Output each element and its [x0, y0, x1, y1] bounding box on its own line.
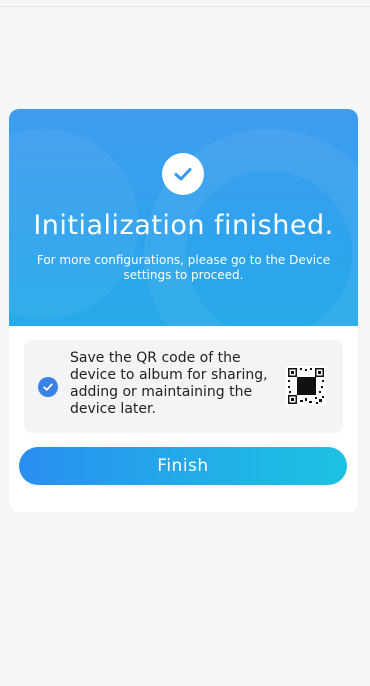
page-subtitle: For more configurations, please go to th…: [36, 253, 331, 282]
finish-button[interactable]: Finish: [19, 447, 347, 485]
status-divider: [0, 6, 370, 7]
qr-code-icon: [286, 366, 326, 406]
initialization-card: Initialization finished. For more config…: [9, 109, 358, 512]
success-check-icon: [162, 153, 204, 195]
save-qr-description: Save the QR code of the device to album …: [70, 350, 268, 417]
checkbox-check-icon[interactable]: [38, 377, 58, 397]
save-qr-option[interactable]: Save the QR code of the device to album …: [24, 340, 343, 433]
hero-banner: Initialization finished. For more config…: [9, 109, 358, 326]
page-title: Initialization finished.: [33, 210, 334, 241]
